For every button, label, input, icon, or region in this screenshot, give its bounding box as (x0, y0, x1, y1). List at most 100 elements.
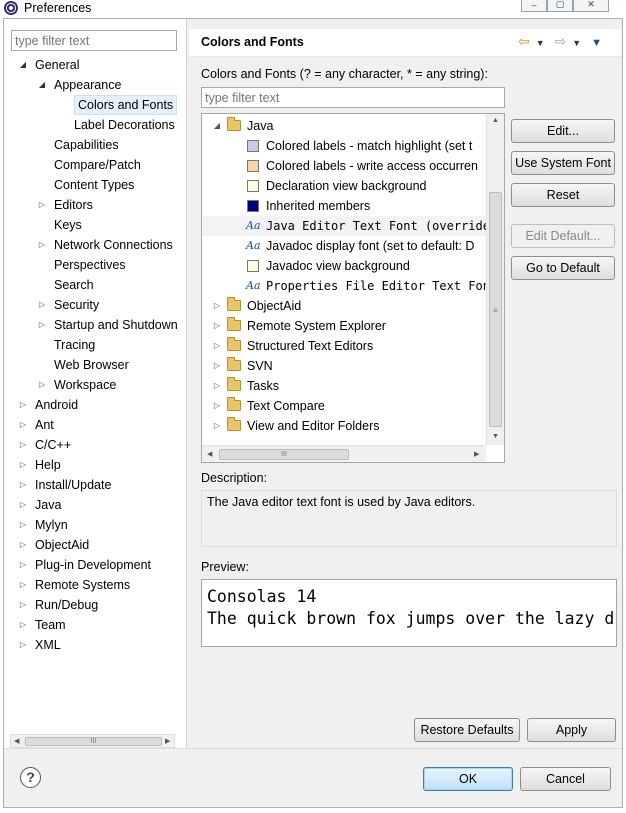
category-item[interactable]: ▷ View and Editor Folders (202, 416, 487, 436)
collapsed-twistie-icon[interactable]: ▷ (212, 416, 222, 436)
category-item[interactable]: ▷ Tasks (202, 376, 487, 396)
tree-horizontal-scrollbar[interactable]: ◀ III ▶ (202, 445, 486, 462)
collapsed-twistie-icon[interactable]: ▷ (18, 495, 28, 515)
collapsed-twistie-icon[interactable]: ▷ (18, 635, 28, 655)
close-button[interactable]: ✕ (573, 0, 609, 12)
category-item[interactable]: ▷ Text Compare (202, 396, 487, 416)
tree-item[interactable]: ◢ General (20, 55, 80, 75)
collapsed-twistie-icon[interactable]: ▷ (37, 315, 47, 335)
tree-item[interactable]: ◢ Appearance (39, 75, 122, 95)
tree-item[interactable]: ▷ Java (20, 495, 61, 515)
back-arrow-icon[interactable]: ⇦ (518, 33, 530, 49)
tree-item[interactable]: ▷ Mylyn (20, 515, 68, 535)
use-system-font-button[interactable]: Use System Font (511, 151, 615, 175)
back-menu-chevron-icon[interactable]: ▼ (536, 38, 545, 48)
setting-item[interactable]: Aa Properties File Editor Text Font (202, 276, 487, 296)
maximize-button[interactable]: ▢ (547, 0, 573, 12)
collapsed-twistie-icon[interactable]: ▷ (212, 376, 222, 396)
setting-item[interactable]: Colored labels - match highlight (set t (202, 136, 487, 156)
minimize-button[interactable]: – (521, 0, 547, 12)
tree-item[interactable]: ▷ Android (20, 395, 78, 415)
tree-item[interactable]: Perspectives (41, 255, 126, 275)
tree-filter-input[interactable] (11, 30, 177, 51)
collapsed-twistie-icon[interactable]: ▷ (18, 435, 28, 455)
setting-item[interactable]: Inherited members (202, 196, 487, 216)
collapsed-twistie-icon[interactable]: ▷ (37, 195, 47, 215)
scroll-left-arrow-icon[interactable]: ◀ (207, 450, 212, 458)
collapsed-twistie-icon[interactable]: ▷ (18, 455, 28, 475)
collapsed-twistie-icon[interactable]: ▷ (37, 375, 47, 395)
collapsed-twistie-icon[interactable]: ▷ (18, 475, 28, 495)
tree-item[interactable]: ▷ Startup and Shutdown (39, 315, 178, 335)
tree-item[interactable]: ▷ XML (20, 635, 61, 655)
collapsed-twistie-icon[interactable]: ▷ (212, 336, 222, 356)
scrollbar-thumb[interactable]: III (219, 449, 349, 460)
tree-item[interactable]: Web Browser (41, 355, 129, 375)
expanded-twistie-icon[interactable]: ◢ (212, 116, 222, 136)
scroll-up-arrow-icon[interactable]: ▲ (492, 117, 499, 124)
scroll-left-arrow-icon[interactable]: ◀ (14, 737, 19, 745)
collapsed-twistie-icon[interactable]: ▷ (18, 555, 28, 575)
left-horizontal-scrollbar[interactable]: ◀ III ▶ (10, 734, 175, 748)
help-icon[interactable]: ? (20, 767, 41, 788)
category-item[interactable]: ◢ Java (202, 116, 487, 136)
tree-item[interactable]: Compare/Patch (41, 155, 141, 175)
scroll-right-arrow-icon[interactable]: ▶ (474, 450, 479, 458)
collapsed-twistie-icon[interactable]: ▷ (18, 575, 28, 595)
tree-item[interactable]: ▷ Ant (20, 415, 54, 435)
scrollbar-thumb[interactable]: III (25, 737, 162, 746)
collapsed-twistie-icon[interactable]: ▷ (212, 316, 222, 336)
setting-item[interactable]: Aa Java Editor Text Font (overrides (202, 216, 487, 236)
tree-item[interactable]: Keys (41, 215, 82, 235)
category-item[interactable]: ▷ Structured Text Editors (202, 336, 487, 356)
collapsed-twistie-icon[interactable]: ▷ (37, 295, 47, 315)
tree-item[interactable]: Colors and Fonts (61, 95, 178, 115)
tree-item[interactable]: Capabilities (41, 135, 119, 155)
category-item[interactable]: ▷ SVN (202, 356, 487, 376)
collapsed-twistie-icon[interactable]: ▷ (18, 415, 28, 435)
tree-item[interactable]: Tracing (41, 335, 95, 355)
scrollbar-thumb[interactable]: ≡ (489, 192, 502, 427)
tree-item[interactable]: Content Types (41, 175, 134, 195)
collapsed-twistie-icon[interactable]: ▷ (212, 296, 222, 316)
category-item[interactable]: ▷ ObjectAid (202, 296, 487, 316)
tree-vertical-scrollbar[interactable]: ▲ ≡ ▼ (486, 114, 504, 445)
collapsed-twistie-icon[interactable]: ▷ (18, 615, 28, 635)
forward-menu-chevron-icon[interactable]: ▼ (572, 38, 581, 48)
collapsed-twistie-icon[interactable]: ▷ (212, 356, 222, 376)
ok-button[interactable]: OK (423, 767, 513, 791)
cancel-button[interactable]: Cancel (520, 767, 611, 791)
tree-item[interactable]: ▷ Run/Debug (20, 595, 98, 615)
setting-item[interactable]: Aa Javadoc display font (set to default: … (202, 236, 487, 256)
category-item[interactable]: ▷ Remote System Explorer (202, 316, 487, 336)
setting-item[interactable]: Javadoc view background (202, 256, 487, 276)
tree-item[interactable]: ▷ Plug-in Development (20, 555, 151, 575)
collapsed-twistie-icon[interactable]: ▷ (18, 515, 28, 535)
tree-item[interactable]: ▷ Workspace (39, 375, 116, 395)
collapsed-twistie-icon[interactable]: ▷ (212, 396, 222, 416)
tree-item[interactable]: ▷ Team (20, 615, 66, 635)
apply-button[interactable]: Apply (527, 718, 616, 742)
reset-button[interactable]: Reset (511, 183, 615, 207)
view-menu-chevron-icon[interactable]: ▼ (591, 37, 602, 49)
setting-item[interactable]: Declaration view background (202, 176, 487, 196)
collapsed-twistie-icon[interactable]: ▷ (18, 395, 28, 415)
tree-item[interactable]: ▷ ObjectAid (20, 535, 89, 555)
collapsed-twistie-icon[interactable]: ▷ (37, 235, 47, 255)
tree-item[interactable]: Label Decorations (61, 115, 175, 135)
colors-filter-input[interactable] (201, 87, 505, 108)
tree-item[interactable]: ▷ Remote Systems (20, 575, 130, 595)
collapsed-twistie-icon[interactable]: ▷ (18, 595, 28, 615)
restore-defaults-button[interactable]: Restore Defaults (414, 718, 520, 742)
scroll-down-arrow-icon[interactable]: ▼ (492, 433, 499, 440)
expanded-twistie-icon[interactable]: ◢ (37, 75, 47, 95)
forward-arrow-icon[interactable]: ⇨ (555, 33, 567, 49)
tree-item[interactable]: ▷ Help (20, 455, 61, 475)
scroll-right-arrow-icon[interactable]: ▶ (165, 737, 170, 745)
edit-default-button[interactable]: Edit Default... (511, 224, 615, 248)
edit-button[interactable]: Edit... (511, 119, 615, 143)
go-to-default-button[interactable]: Go to Default (511, 256, 615, 280)
expanded-twistie-icon[interactable]: ◢ (18, 55, 28, 75)
tree-item[interactable]: ▷ Editors (39, 195, 93, 215)
tree-item[interactable]: ▷ C/C++ (20, 435, 71, 455)
